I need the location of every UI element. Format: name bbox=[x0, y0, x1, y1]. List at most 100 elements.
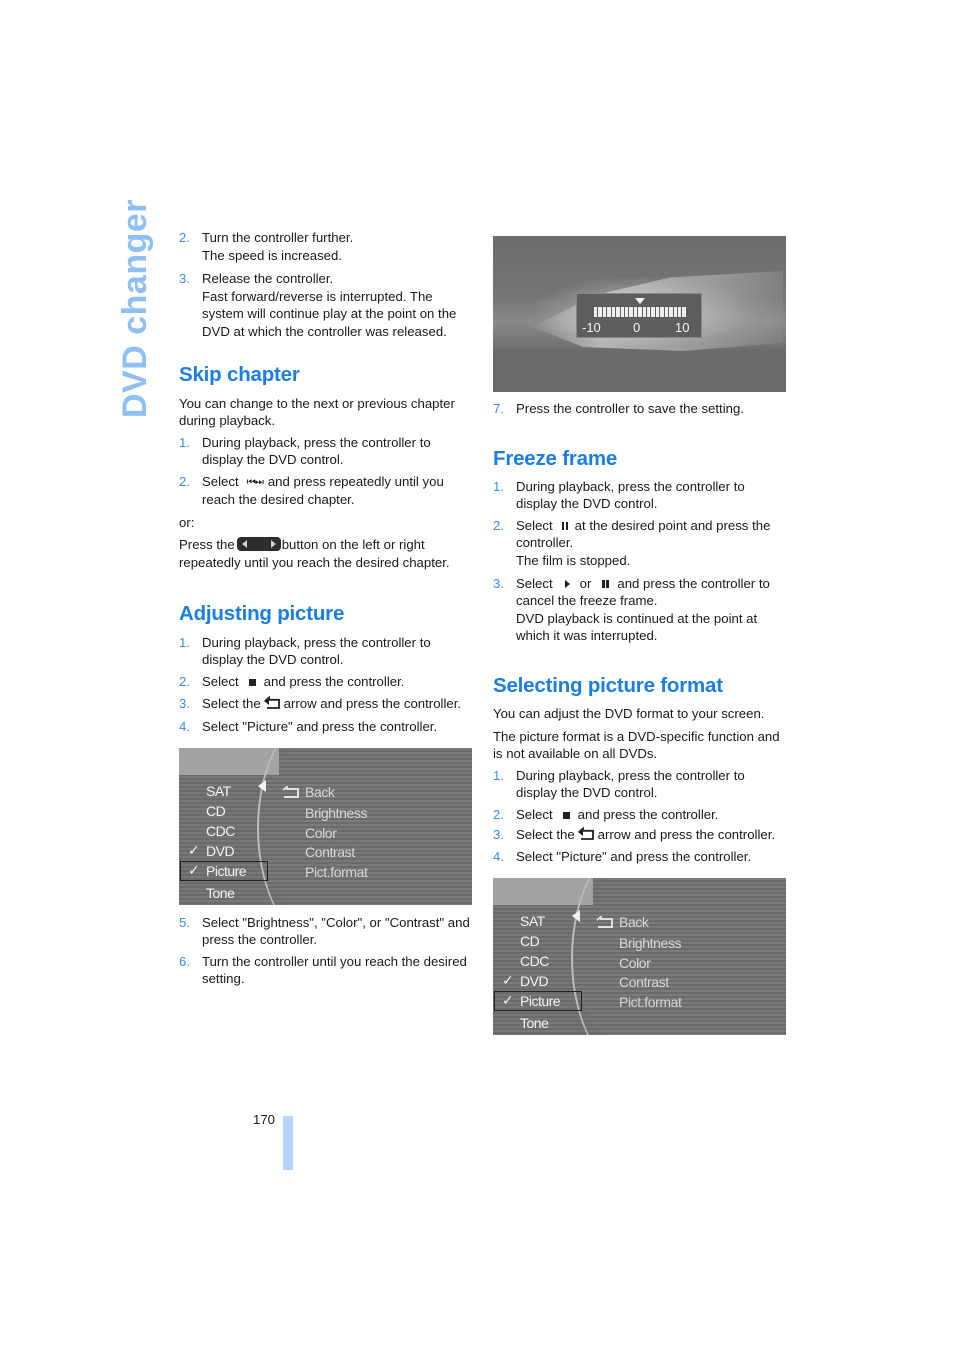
scale-segment bbox=[655, 307, 660, 317]
picture-format-note: The picture format is a DVD-specific fun… bbox=[493, 728, 780, 762]
scale-segment bbox=[633, 307, 638, 317]
pause-icon bbox=[601, 579, 609, 588]
step-number: 2. bbox=[179, 230, 190, 245]
scale-segment bbox=[651, 307, 655, 317]
submenu-item-back: Back bbox=[305, 783, 335, 800]
submenu-item-contrast: Contrast bbox=[305, 843, 355, 860]
step-number: 1. bbox=[493, 478, 504, 494]
right-column: -10 0 10 7. Press the controller to save… bbox=[493, 236, 787, 1035]
submenu-item-color: Color bbox=[619, 954, 651, 971]
submenu-item-back: Back bbox=[619, 913, 649, 930]
step-text: Select bbox=[516, 806, 553, 822]
submenu-item-brightness: Brightness bbox=[305, 804, 368, 821]
menu-item-cd: CD bbox=[520, 932, 540, 949]
step-number: 3. bbox=[179, 696, 190, 712]
scale-segment bbox=[638, 307, 642, 317]
step-text: During playback, press the controller to… bbox=[202, 434, 431, 468]
pointer-icon bbox=[258, 779, 266, 792]
stop-square-icon bbox=[562, 811, 570, 819]
step-number: 2. bbox=[493, 517, 504, 533]
pointer-icon bbox=[572, 909, 580, 922]
step-text: at the desired point and press the contr… bbox=[516, 517, 771, 551]
step-text: Select the bbox=[202, 696, 261, 712]
submenu-item-color: Color bbox=[305, 824, 337, 841]
left-column: 2. Turn the controller further. The spee… bbox=[179, 229, 473, 988]
heading-skip-chapter: Skip chapter bbox=[179, 362, 300, 386]
step-number: 2. bbox=[179, 473, 190, 489]
step-number: 7. bbox=[493, 401, 504, 416]
step-text: During playback, press the controller to… bbox=[516, 478, 745, 512]
step-number: 1. bbox=[493, 767, 504, 783]
menu-item-sat: SAT bbox=[206, 782, 231, 799]
list-item: 4. Select "Picture" and press the contro… bbox=[493, 848, 787, 866]
scale-segment bbox=[660, 307, 664, 317]
list-item: 2. Select and press the controller. bbox=[493, 806, 787, 824]
step-text: Select bbox=[202, 473, 239, 489]
step-text: Turn the controller further. bbox=[202, 230, 354, 245]
scale-segment bbox=[678, 307, 682, 317]
step-number: 3. bbox=[493, 575, 504, 591]
page-edge-marker bbox=[283, 1116, 293, 1170]
scale-segment bbox=[669, 307, 673, 317]
list-item: 3. Select the arrow and press the control… bbox=[493, 826, 787, 844]
step-text: and press the controller. bbox=[577, 806, 719, 822]
list-item: 1. During playback, press the controller… bbox=[179, 434, 473, 469]
list-item: 3. Select or and press the controller to c… bbox=[493, 575, 787, 645]
submenu-item-contrast: Contrast bbox=[619, 973, 669, 990]
back-arrow-icon bbox=[263, 696, 280, 710]
step-text: Select the bbox=[516, 826, 575, 842]
menu-item-tone: Tone bbox=[520, 1014, 549, 1031]
skip-prev-next-icon: ⏮ ⏭ bbox=[246, 476, 264, 488]
scale-segment bbox=[616, 307, 620, 317]
scale-segment bbox=[598, 307, 602, 317]
menu-item-picture: Picture bbox=[188, 863, 247, 879]
list-item: 2. Select ⏮ ⏭ and press repeatedly until y… bbox=[179, 473, 473, 509]
menu-item-dvd: DVD bbox=[188, 843, 235, 859]
alt-text: Press the bbox=[179, 537, 235, 553]
step-text: Select "Brightness", "Color", or "Contra… bbox=[202, 914, 470, 948]
step-text: Select bbox=[202, 673, 239, 689]
step-text: and press the controller to cancel the f… bbox=[516, 575, 770, 609]
list-item: 1. During playback, press the controller… bbox=[493, 478, 787, 513]
step-number: 4. bbox=[179, 719, 190, 734]
list-item: 1. During playback, press the controller… bbox=[493, 767, 787, 802]
brightness-scale-panel: -10 0 10 bbox=[576, 293, 702, 338]
menu-item-sat: SAT bbox=[520, 912, 545, 929]
back-arrow-icon bbox=[577, 826, 594, 840]
menu-item-picture: Picture bbox=[502, 993, 561, 1009]
scale-segment bbox=[611, 307, 616, 317]
list-item: 3. Release the controller. Fast forward/… bbox=[179, 270, 473, 340]
step-text: During playback, press the controller to… bbox=[202, 634, 431, 668]
scale-segment bbox=[607, 307, 611, 317]
step-text: Select "Picture" and press the controlle… bbox=[202, 719, 438, 734]
step-text: Select bbox=[516, 517, 553, 533]
stop-square-icon bbox=[248, 678, 256, 686]
list-item: 2. Select and press the controller. bbox=[179, 673, 473, 691]
step-note: Fast forward/reverse is interrupted. The… bbox=[202, 288, 457, 339]
list-item: 5. Select "Brightness", "Color", or "Con… bbox=[179, 914, 473, 949]
step-text: Select "Picture" and press the controlle… bbox=[516, 849, 752, 865]
step-text: Release the controller. bbox=[202, 271, 334, 287]
menu-item-tone: Tone bbox=[206, 884, 235, 901]
step-text: Select bbox=[516, 575, 553, 591]
menu-screenshot: SAT CD CDC DVD Picture Tone Back Brightn… bbox=[179, 747, 472, 905]
skip-chapter-alt: Press the button on the left or right rep… bbox=[179, 536, 473, 571]
submenu-item-pict-format: Pict.format bbox=[619, 993, 682, 1010]
list-item: 2. Select at the desired point and press … bbox=[493, 517, 787, 570]
scale-segment bbox=[664, 307, 669, 317]
list-item: 7. Press the controller to save the sett… bbox=[493, 400, 787, 418]
scale-segment bbox=[620, 307, 624, 317]
step-text: Press the controller to save the setting… bbox=[516, 401, 744, 416]
submenu-item-brightness: Brightness bbox=[619, 934, 682, 951]
scale-min-label: -10 bbox=[582, 320, 601, 335]
step-note: DVD playback is continued at the point a… bbox=[516, 610, 758, 644]
heading-freeze-frame: Freeze frame bbox=[493, 446, 618, 470]
menu-screenshot: SAT CD CDC DVD Picture Tone Back Brightn… bbox=[493, 877, 786, 1035]
chapter-side-title: DVD changer bbox=[116, 199, 154, 418]
pause-icon bbox=[561, 521, 569, 530]
step-text: Turn the controller until you reach the … bbox=[202, 953, 467, 987]
step-number: 6. bbox=[179, 953, 190, 969]
step-number: 2. bbox=[179, 673, 190, 689]
play-icon bbox=[564, 579, 570, 588]
scale-segment bbox=[673, 307, 678, 317]
